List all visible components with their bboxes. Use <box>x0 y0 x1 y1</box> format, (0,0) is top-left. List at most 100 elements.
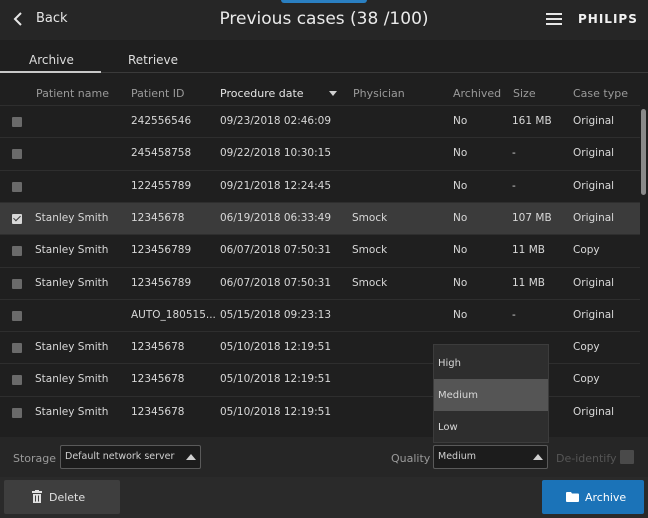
table-row[interactable]: 245458758 09/22/2018 10:30:15 No - Original <box>0 137 640 170</box>
archive-button-label: Archive <box>585 491 627 504</box>
tab-retrieve[interactable]: Retrieve <box>128 53 178 67</box>
cell-size: - <box>512 147 516 160</box>
cell-patient-name: Stanley Smith <box>35 341 109 354</box>
cell-case-type: Original <box>573 276 615 289</box>
row-checkbox[interactable] <box>12 310 22 321</box>
sort-descending-icon[interactable] <box>329 91 337 96</box>
column-header-patient-id[interactable]: Patient ID <box>131 87 185 100</box>
cell-archived: No <box>453 276 468 289</box>
deidentify-checkbox[interactable] <box>620 450 634 464</box>
cell-case-type: Copy <box>573 373 600 386</box>
cell-procedure-date: 06/07/2018 07:50:31 <box>220 276 332 289</box>
cell-archived: No <box>453 115 468 127</box>
cell-size: 11 MB <box>512 276 545 289</box>
row-checkbox[interactable] <box>12 213 22 224</box>
cell-archived: No <box>453 147 468 160</box>
table-header: Patient name Patient ID Procedure date P… <box>0 82 648 104</box>
row-checkbox[interactable] <box>12 181 22 192</box>
cell-patient-id: 12345678 <box>131 341 185 354</box>
cell-patient-name: Stanley Smith <box>35 405 109 418</box>
top-header: Back Previous cases (38 /100) PHILIPS <box>0 0 648 40</box>
cell-case-type: Original <box>573 115 615 127</box>
cell-patient-id: 245458758 <box>131 147 192 160</box>
footer-bar: Delete Archive <box>0 477 648 518</box>
table-row[interactable]: 242556546 09/23/2018 02:46:09 No 161 MB Orig… <box>0 105 640 138</box>
chevron-left-icon <box>13 11 22 26</box>
quality-select[interactable]: Medium <box>433 445 548 469</box>
archive-button[interactable]: Archive <box>542 480 644 514</box>
table-row[interactable]: Stanley Smith 123456789 06/07/2018 07:50:3… <box>0 266 640 300</box>
cell-procedure-date: 09/23/2018 02:46:09 <box>220 115 332 127</box>
caret-up-icon <box>533 454 543 460</box>
cell-archived: No <box>453 308 468 321</box>
storage-bar: Storage Default network server Quality M… <box>0 437 648 477</box>
back-label: Back <box>36 11 68 26</box>
cell-patient-id: 12345678 <box>131 405 185 418</box>
quality-dropdown: High Medium Low <box>433 344 549 443</box>
trash-icon <box>32 490 42 503</box>
cell-physician: Smock <box>352 276 388 289</box>
column-header-case-type[interactable]: Case type <box>573 87 628 100</box>
table-scrollbar[interactable] <box>640 105 648 435</box>
cell-patient-id: 12345678 <box>131 373 185 386</box>
cell-patient-id: 12345678 <box>131 211 185 224</box>
table-row[interactable]: Stanley Smith 123456789 06/07/2018 07:50:3… <box>0 234 640 267</box>
column-header-size[interactable]: Size <box>513 87 536 100</box>
storage-select[interactable]: Default network server <box>60 445 201 469</box>
top-accent-bar <box>281 0 367 3</box>
cell-patient-id: 123456789 <box>131 244 192 257</box>
cell-patient-id: 123456789 <box>131 276 192 289</box>
hamburger-menu-icon[interactable] <box>546 13 562 27</box>
cell-procedure-date: 09/22/2018 10:30:15 <box>220 147 332 160</box>
quality-option-low[interactable]: Low <box>434 411 548 443</box>
cell-procedure-date: 06/19/2018 06:33:49 <box>220 211 332 224</box>
cell-procedure-date: 05/10/2018 12:19:51 <box>220 405 332 418</box>
scrollbar-thumb[interactable] <box>641 109 646 195</box>
cell-physician: Smock <box>352 244 388 257</box>
cell-patient-name: Stanley Smith <box>35 244 109 257</box>
row-checkbox[interactable] <box>12 117 22 127</box>
tab-archive[interactable]: Archive <box>29 53 74 67</box>
cell-archived: No <box>453 211 468 224</box>
table-row[interactable]: Stanley Smith 12345678 06/19/2018 06:33:49… <box>0 201 640 235</box>
cell-procedure-date: 05/15/2018 09:23:13 <box>220 308 332 321</box>
column-header-procedure-date[interactable]: Procedure date <box>220 87 304 100</box>
active-tab-indicator <box>0 71 101 73</box>
cell-procedure-date: 05/10/2018 12:19:51 <box>220 341 332 354</box>
cell-case-type: Original <box>573 147 615 160</box>
cell-case-type: Copy <box>573 244 600 257</box>
tab-bar: Archive Retrieve <box>0 40 648 74</box>
cell-case-type: Copy <box>573 341 600 354</box>
cell-case-type: Original <box>573 179 615 192</box>
row-checkbox[interactable] <box>12 407 22 418</box>
storage-select-value: Default network server <box>65 451 175 462</box>
delete-button-label: Delete <box>49 491 86 504</box>
table-row[interactable]: 122455789 09/21/2018 12:24:45 No - Original <box>0 169 640 203</box>
delete-button[interactable]: Delete <box>4 480 120 514</box>
cell-patient-name: Stanley Smith <box>35 373 109 386</box>
cell-case-type: Original <box>573 405 615 418</box>
column-header-archived[interactable]: Archived <box>453 87 501 100</box>
cell-size: - <box>512 308 516 321</box>
cell-size: 161 MB <box>512 115 552 127</box>
cell-patient-id: 242556546 <box>131 115 192 127</box>
row-checkbox[interactable] <box>12 149 22 160</box>
table-row[interactable]: AUTO_180515... 05/15/2018 09:23:13 No - Orig… <box>0 298 640 332</box>
quality-select-value: Medium <box>438 451 476 462</box>
column-header-patient-name[interactable]: Patient name <box>36 87 109 100</box>
row-checkbox[interactable] <box>12 278 22 289</box>
cell-patient-name: Stanley Smith <box>35 211 109 224</box>
folder-icon <box>566 492 579 502</box>
quality-option-high[interactable]: High <box>434 347 548 379</box>
back-button[interactable]: Back <box>12 11 68 26</box>
quality-label: Quality <box>391 452 431 465</box>
row-checkbox[interactable] <box>12 375 22 386</box>
cell-procedure-date: 09/21/2018 12:24:45 <box>220 179 332 192</box>
cell-size: - <box>512 179 516 192</box>
row-checkbox[interactable] <box>12 246 22 257</box>
quality-option-medium[interactable]: Medium <box>434 379 548 411</box>
cell-size: 11 MB <box>512 244 545 257</box>
row-checkbox[interactable] <box>12 343 22 354</box>
cell-physician: Smock <box>352 211 388 224</box>
column-header-physician[interactable]: Physician <box>353 87 405 100</box>
